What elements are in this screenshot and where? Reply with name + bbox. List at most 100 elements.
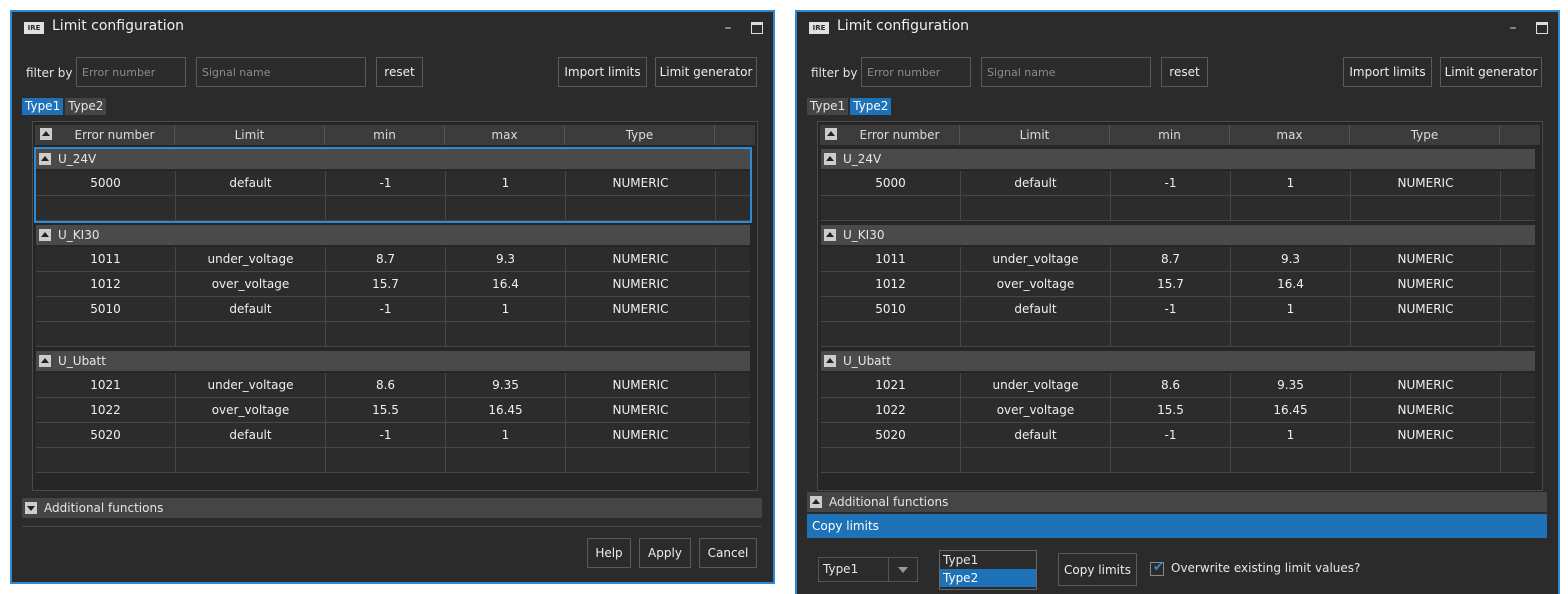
group-header[interactable]: U_KI30 [821, 225, 1535, 245]
cell-limit[interactable]: over_voltage [176, 398, 326, 422]
cell-min[interactable]: 8.6 [1111, 373, 1231, 397]
cell-error-number[interactable]: 5010 [36, 297, 176, 321]
cell-min[interactable]: -1 [326, 297, 446, 321]
group-header[interactable]: U_24V [821, 149, 1535, 169]
table-row[interactable]: 5010 default -1 1 NUMERIC [821, 297, 1535, 322]
error-number-filter-input[interactable] [76, 57, 186, 87]
cell-min[interactable]: 15.7 [326, 272, 446, 296]
group-header[interactable]: U_Ubatt [36, 351, 750, 371]
cell-min[interactable] [1111, 322, 1231, 346]
limit-generator-button[interactable]: Limit generator [655, 57, 757, 87]
collapse-icon[interactable] [824, 355, 836, 367]
cell-max[interactable]: 16.4 [446, 272, 566, 296]
tab-type2[interactable]: Type2 [850, 98, 892, 115]
cell-max[interactable]: 9.3 [1231, 247, 1351, 271]
cell-type[interactable]: NUMERIC [1351, 373, 1501, 397]
cell-type[interactable]: NUMERIC [566, 297, 716, 321]
cell-type[interactable]: NUMERIC [1351, 272, 1501, 296]
column-header-min[interactable]: min [325, 125, 445, 145]
table-row[interactable]: 5000 default -1 1 NUMERIC [36, 171, 750, 196]
limit-generator-button[interactable]: Limit generator [1440, 57, 1542, 87]
cell-limit[interactable]: default [961, 423, 1111, 447]
tab-type2[interactable]: Type2 [65, 98, 107, 115]
cell-limit[interactable]: over_voltage [961, 398, 1111, 422]
cell-type[interactable] [566, 196, 716, 220]
cell-type[interactable]: NUMERIC [566, 247, 716, 271]
cell-min[interactable]: -1 [326, 171, 446, 195]
import-limits-button[interactable]: Import limits [558, 57, 647, 87]
help-button[interactable]: Help [587, 538, 631, 568]
error-number-filter-input[interactable] [861, 57, 971, 87]
copy-target-list[interactable]: Type1 Type2 [939, 550, 1037, 590]
column-header-error-number[interactable]: Error number [840, 125, 960, 145]
cell-type[interactable]: NUMERIC [566, 272, 716, 296]
apply-button[interactable]: Apply [639, 538, 691, 568]
cell-error-number[interactable] [36, 196, 176, 220]
cell-limit[interactable]: default [961, 297, 1111, 321]
cell-limit[interactable]: under_voltage [176, 373, 326, 397]
cell-type[interactable]: NUMERIC [1351, 297, 1501, 321]
cell-max[interactable]: 16.45 [1231, 398, 1351, 422]
cell-min[interactable]: -1 [1111, 171, 1231, 195]
cell-limit[interactable]: over_voltage [176, 272, 326, 296]
table-row[interactable]: 5020 default -1 1 NUMERIC [821, 423, 1535, 448]
cell-limit[interactable] [961, 196, 1111, 220]
cell-error-number[interactable] [36, 448, 176, 472]
table-row[interactable]: 1012 over_voltage 15.7 16.4 NUMERIC [36, 272, 750, 297]
reset-button[interactable]: reset [1161, 57, 1208, 87]
cell-type[interactable] [1351, 196, 1501, 220]
cell-type[interactable] [566, 322, 716, 346]
cell-max[interactable]: 1 [1231, 423, 1351, 447]
cell-min[interactable] [326, 448, 446, 472]
column-header-min[interactable]: min [1110, 125, 1230, 145]
cell-error-number[interactable]: 5020 [821, 423, 961, 447]
cell-type[interactable]: NUMERIC [1351, 423, 1501, 447]
cell-min[interactable]: 15.7 [1111, 272, 1231, 296]
collapse-icon[interactable] [824, 153, 836, 165]
group-header[interactable]: U_KI30 [36, 225, 750, 245]
cell-min[interactable]: 8.7 [326, 247, 446, 271]
table-row[interactable]: 1022 over_voltage 15.5 16.45 NUMERIC [821, 398, 1535, 423]
cell-limit[interactable] [961, 322, 1111, 346]
cell-limit[interactable]: default [961, 171, 1111, 195]
cell-limit[interactable]: under_voltage [176, 247, 326, 271]
tab-type1[interactable]: Type1 [22, 98, 64, 115]
cell-error-number[interactable]: 5000 [36, 171, 176, 195]
overwrite-checkbox[interactable]: ✔ [1150, 561, 1164, 576]
cell-error-number[interactable]: 1022 [36, 398, 176, 422]
cell-error-number[interactable]: 1012 [36, 272, 176, 296]
minimize-icon[interactable]: – [1506, 21, 1520, 35]
column-header-type[interactable]: Type [1350, 125, 1500, 145]
cell-min[interactable]: 15.5 [1111, 398, 1231, 422]
maximize-icon[interactable] [1536, 22, 1548, 34]
cell-max[interactable]: 9.3 [446, 247, 566, 271]
cell-limit[interactable]: under_voltage [961, 247, 1111, 271]
table-row[interactable]: 1021 under_voltage 8.6 9.35 NUMERIC [36, 373, 750, 398]
cell-max[interactable]: 9.35 [446, 373, 566, 397]
cell-error-number[interactable] [821, 322, 961, 346]
column-header-error-number[interactable]: Error number [55, 125, 175, 145]
cell-error-number[interactable] [821, 196, 961, 220]
cell-min[interactable] [1111, 196, 1231, 220]
table-row[interactable]: 1012 over_voltage 15.7 16.4 NUMERIC [821, 272, 1535, 297]
cell-max[interactable]: 1 [446, 297, 566, 321]
cell-limit[interactable] [176, 448, 326, 472]
column-header-max[interactable]: max [445, 125, 565, 145]
cell-max[interactable] [1231, 448, 1351, 472]
cell-max[interactable] [446, 448, 566, 472]
table-row[interactable]: 1021 under_voltage 8.6 9.35 NUMERIC [821, 373, 1535, 398]
cell-max[interactable]: 16.4 [1231, 272, 1351, 296]
cell-type[interactable] [1351, 322, 1501, 346]
cell-min[interactable] [326, 322, 446, 346]
additional-functions-toggle[interactable]: Additional functions [807, 492, 1547, 512]
copy-limits-button[interactable]: Copy limits [1058, 553, 1137, 586]
collapse-icon[interactable] [810, 496, 822, 508]
import-limits-button[interactable]: Import limits [1343, 57, 1432, 87]
table-row[interactable]: 1022 over_voltage 15.5 16.45 NUMERIC [36, 398, 750, 423]
cell-max[interactable] [1231, 322, 1351, 346]
expand-icon[interactable] [25, 502, 37, 514]
cell-max[interactable] [446, 322, 566, 346]
table-row[interactable]: 1011 under_voltage 8.7 9.3 NUMERIC [36, 247, 750, 272]
column-header-limit[interactable]: Limit [960, 125, 1110, 145]
maximize-icon[interactable] [751, 22, 763, 34]
